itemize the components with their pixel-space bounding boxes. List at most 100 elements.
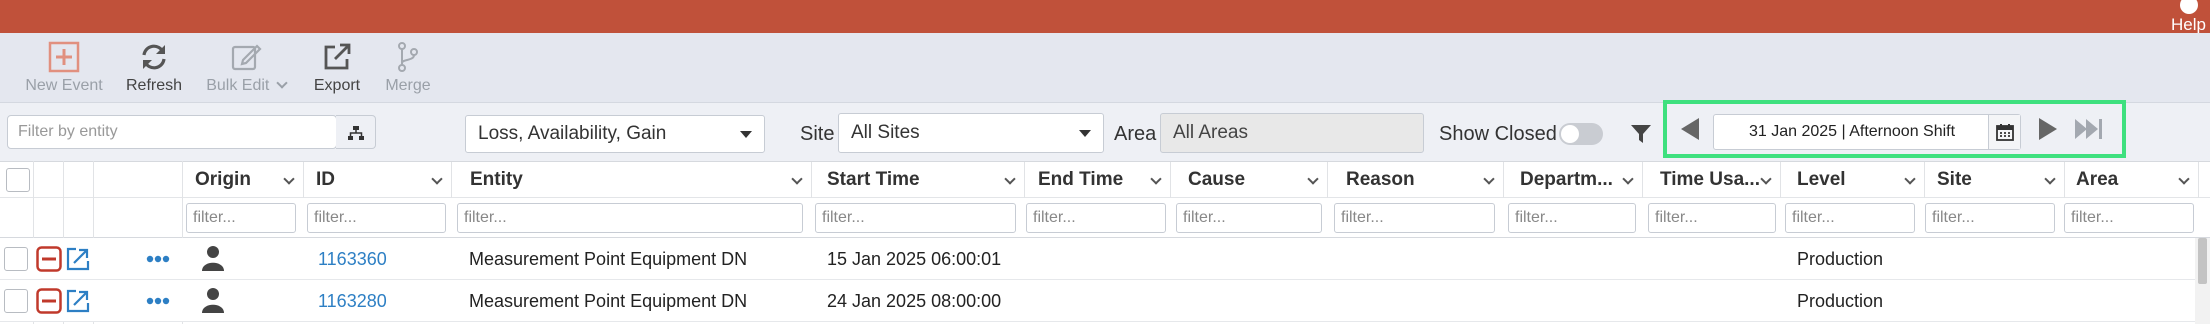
chevron-down-icon xyxy=(791,173,803,185)
last-shift-icon[interactable] xyxy=(2074,117,2104,141)
column-label: Origin xyxy=(195,169,251,190)
column-header-start-time[interactable]: Start Time xyxy=(815,162,1025,199)
filter-id-input[interactable] xyxy=(307,203,446,233)
entity-cell: Measurement Point Equipment DN xyxy=(469,291,748,311)
previous-shift-icon[interactable] xyxy=(1679,117,1701,141)
refresh-label: Refresh xyxy=(125,77,183,94)
level-cell: Production xyxy=(1797,249,1884,269)
row-checkbox[interactable] xyxy=(4,289,28,313)
column-header-id[interactable]: ID xyxy=(304,162,452,199)
next-shift-icon[interactable] xyxy=(2037,117,2059,141)
column-header-cause[interactable]: Cause xyxy=(1176,162,1328,199)
chevron-down-icon xyxy=(2178,173,2190,185)
column-label: Entity xyxy=(470,169,523,190)
filter-reason-input[interactable] xyxy=(1334,203,1495,233)
site-label: Site xyxy=(800,123,835,145)
merge-icon xyxy=(398,42,418,72)
filter-entity-input[interactable] xyxy=(457,203,803,233)
plus-box-icon xyxy=(48,41,80,73)
new-event-label: New Event xyxy=(25,77,103,94)
event-id-link[interactable]: 1163280 xyxy=(318,280,387,322)
column-header-origin[interactable]: Origin xyxy=(183,162,304,199)
filter-origin-input[interactable] xyxy=(186,203,296,233)
start-time-cell: 15 Jan 2025 06:00:01 xyxy=(827,249,1002,269)
column-header-entity[interactable]: Entity xyxy=(458,162,812,199)
open-event-icon[interactable] xyxy=(66,247,90,271)
chevron-down-icon xyxy=(1307,173,1319,185)
filter-cause-input[interactable] xyxy=(1176,203,1322,233)
column-label: Area xyxy=(2076,169,2119,190)
date-navigator: 31 Jan 2025 | Afternoon Shift xyxy=(1663,100,2126,158)
column-header-reason[interactable]: Reason xyxy=(1334,162,1504,199)
show-closed-label: Show Closed xyxy=(1439,123,1557,145)
level-cell: Production xyxy=(1797,291,1884,311)
new-event-button[interactable]: New Event xyxy=(22,41,106,99)
calendar-button[interactable] xyxy=(1988,115,2020,149)
export-button[interactable]: Export xyxy=(309,41,365,99)
column-label: Site xyxy=(1937,169,1972,190)
area-label: Area xyxy=(1114,123,1157,145)
event-type-select[interactable]: Loss, Availability, Gain xyxy=(465,115,765,153)
filter-level-input[interactable] xyxy=(1785,203,1915,233)
chevron-down-icon xyxy=(431,173,443,185)
site-value: All Sites xyxy=(851,122,920,143)
open-event-icon[interactable] xyxy=(66,289,90,313)
row-checkbox[interactable] xyxy=(4,247,28,271)
bulk-edit-label: Bulk Edit xyxy=(206,77,270,94)
filter-start-time-input[interactable] xyxy=(815,203,1016,233)
entity-cell: Measurement Point Equipment DN xyxy=(469,249,748,269)
chevron-down-icon xyxy=(1483,173,1495,185)
filter-time-usage-input[interactable] xyxy=(1648,203,1776,233)
entity-tree-button[interactable] xyxy=(336,115,376,149)
column-label: Time Usa... xyxy=(1660,169,1760,190)
area-value: All Areas xyxy=(1173,122,1248,143)
table-row[interactable]: 1163280 Measurement Point Equipment DN 2… xyxy=(0,280,2195,322)
column-label: Reason xyxy=(1346,169,1415,190)
filter-site-input[interactable] xyxy=(1925,203,2055,233)
refresh-icon xyxy=(142,44,166,70)
area-field[interactable]: All Areas xyxy=(1160,113,1424,153)
shift-value: Afternoon Shift xyxy=(1849,123,1956,140)
merge-button[interactable]: Merge xyxy=(380,41,436,99)
column-header-level[interactable]: Level xyxy=(1785,162,1925,199)
chevron-down-icon xyxy=(276,77,288,89)
column-header-site[interactable]: Site xyxy=(1925,162,2065,199)
external-link-icon xyxy=(324,43,351,70)
date-shift-picker[interactable]: 31 Jan 2025 | Afternoon Shift xyxy=(1713,114,2021,150)
bulk-edit-button[interactable]: Bulk Edit xyxy=(200,41,292,99)
chevron-down-icon xyxy=(1760,173,1772,185)
column-header-time-usage[interactable]: Time Usa... xyxy=(1648,162,1781,199)
select-all-checkbox[interactable] xyxy=(6,168,30,192)
date-shift-text: 31 Jan 2025 | Afternoon Shift xyxy=(1714,115,1990,149)
column-header-area[interactable]: Area xyxy=(2064,162,2199,199)
filter-area-input[interactable] xyxy=(2064,203,2194,233)
calendar-icon xyxy=(1996,124,2014,141)
close-event-icon[interactable] xyxy=(36,246,62,272)
filter-funnel-icon[interactable] xyxy=(1630,123,1652,145)
show-closed-toggle[interactable] xyxy=(1559,123,1603,145)
grid-header: Origin ID Entity Start Time End Time Cau… xyxy=(0,161,2210,199)
refresh-button[interactable]: Refresh xyxy=(123,41,185,99)
help-label: Help xyxy=(2171,15,2206,34)
toggle-knob xyxy=(1561,125,1579,143)
entity-filter-box xyxy=(7,115,337,149)
column-header-end-time[interactable]: End Time xyxy=(1026,162,1171,199)
event-id-link[interactable]: 1163360 xyxy=(318,238,387,280)
entity-filter-input[interactable] xyxy=(8,116,333,148)
scrollbar-thumb[interactable] xyxy=(2198,238,2207,284)
more-options-icon[interactable] xyxy=(146,255,170,263)
chevron-down-icon xyxy=(1150,173,1162,185)
site-select[interactable]: All Sites xyxy=(838,113,1104,153)
column-header-department[interactable]: Departm... xyxy=(1508,162,1643,199)
grid-filter-row xyxy=(0,198,2210,238)
edit-icon xyxy=(231,44,262,71)
filter-end-time-input[interactable] xyxy=(1026,203,1166,233)
help-button[interactable]: Help xyxy=(2171,0,2206,33)
column-label: ID xyxy=(316,169,335,190)
more-options-icon[interactable] xyxy=(146,297,170,305)
filter-department-input[interactable] xyxy=(1508,203,1636,233)
chevron-down-icon xyxy=(283,173,295,185)
close-event-icon[interactable] xyxy=(36,288,62,314)
vertical-scrollbar[interactable] xyxy=(2195,238,2210,324)
table-row[interactable]: 1163360 Measurement Point Equipment DN 1… xyxy=(0,238,2195,280)
